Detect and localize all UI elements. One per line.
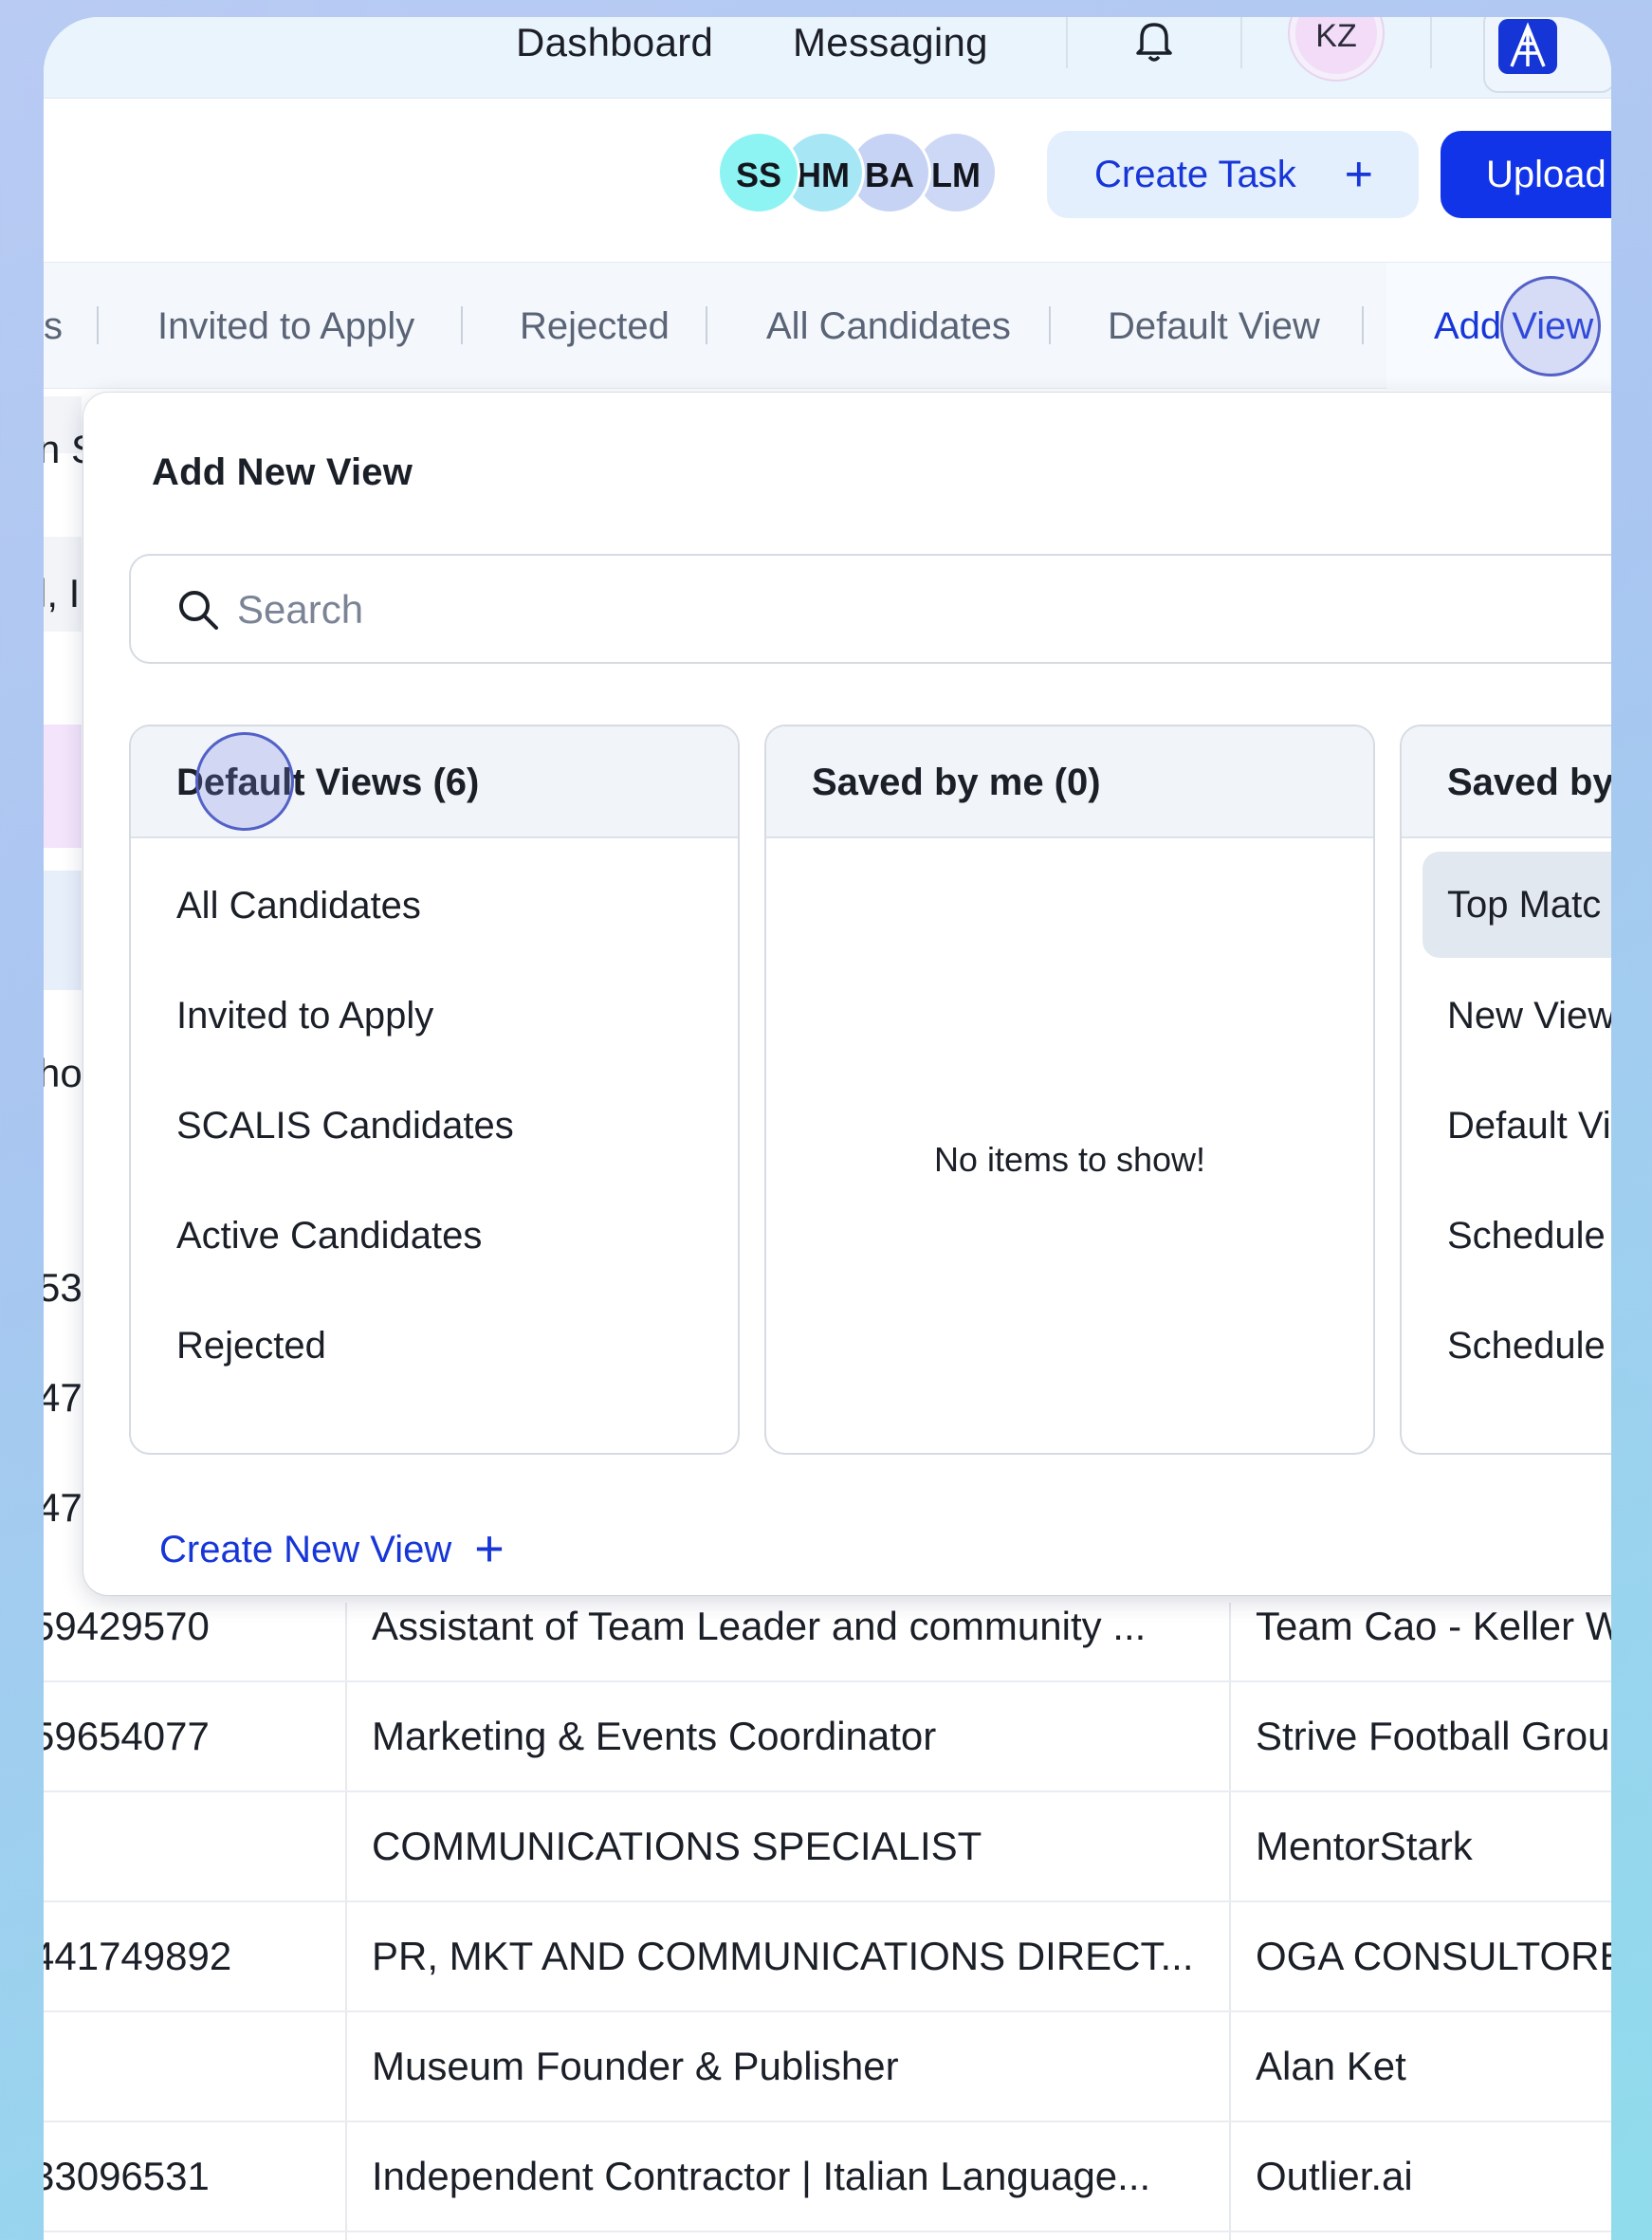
table-cell-title: Independent Contractor | Italian Languag…: [372, 2154, 1151, 2198]
view-item-new-view[interactable]: New View: [1447, 981, 1611, 1051]
create-task-button[interactable]: Create Task +: [1047, 131, 1419, 218]
saved-by-others-header: Saved by: [1402, 726, 1611, 838]
table-cell-title: Marketing & Events Coordinator: [372, 1714, 937, 1758]
tab-divider: [1049, 306, 1051, 344]
table-row[interactable]: COMMUNICATIONS SPECIALIST MentorStark: [44, 1792, 1611, 1902]
search-icon: [174, 586, 222, 633]
table-row[interactable]: 441749892 PR, MKT AND COMMUNICATIONS DIR…: [44, 1902, 1611, 2012]
company-logo-button[interactable]: [1483, 17, 1611, 93]
table-cell-title: COMMUNICATIONS SPECIALIST: [372, 1824, 982, 1868]
table-cell-company: OGA CONSULTORES: [1256, 1934, 1611, 1978]
table-cell-company: Alan Ket: [1256, 2044, 1406, 2088]
nav-divider: [1066, 17, 1068, 68]
tab-divider: [1362, 306, 1364, 344]
app-window: Dashboard Messaging KZ SS HM BA LM Creat…: [44, 17, 1611, 2240]
bell-icon[interactable]: [1130, 17, 1178, 64]
table-cell-id: 33096531: [44, 2154, 210, 2198]
table-cell-company: Outlier.ai: [1256, 2154, 1413, 2198]
nav-divider: [1430, 17, 1432, 68]
view-item-scheduled-2[interactable]: Schedule: [1447, 1311, 1606, 1381]
nav-divider: [1240, 17, 1242, 68]
saved-by-me-header: Saved by me (0): [766, 726, 1373, 838]
bg-stripe: [44, 871, 82, 990]
bg-text: 47: [44, 1485, 83, 1530]
click-indicator: [1500, 276, 1601, 376]
create-task-label: Create Task: [1094, 154, 1296, 195]
table-cell-company: MentorStark: [1256, 1824, 1473, 1868]
create-new-view-button[interactable]: Create New View +: [159, 1519, 505, 1578]
view-item-default-view[interactable]: Default Vi: [1447, 1091, 1611, 1161]
user-avatar[interactable]: KZ: [1290, 17, 1383, 80]
view-item-top-matches[interactable]: Top Matc: [1423, 852, 1611, 958]
create-new-view-label: Create New View: [159, 1529, 452, 1570]
tab-divider: [706, 306, 707, 344]
default-views-card: Default Views (6) All Candidates Invited…: [129, 725, 740, 1455]
view-item-active-candidates[interactable]: Active Candidates: [176, 1201, 482, 1271]
view-tabs: s Invited to Apply Rejected All Candidat…: [44, 262, 1611, 390]
search-input[interactable]: [237, 575, 1091, 645]
click-indicator: [195, 732, 294, 831]
view-item-scalis-candidates[interactable]: SCALIS Candidates: [176, 1091, 514, 1161]
table-cell-title: PR, MKT AND COMMUNICATIONS DIRECT...: [372, 1934, 1194, 1978]
table-row[interactable]: 33096531 Independent Contractor | Italia…: [44, 2122, 1611, 2232]
bg-text: 53: [44, 1265, 83, 1310]
company-logo-icon: [1498, 19, 1557, 74]
plus-icon: +: [474, 1520, 505, 1577]
tab-divider: [97, 306, 99, 344]
add-new-view-panel: Add New View Default Views (6) All Candi…: [83, 393, 1611, 1595]
tab-rejected[interactable]: Rejected: [520, 263, 670, 390]
bg-text: ho: [44, 1051, 83, 1095]
bg-stripe: [44, 725, 82, 848]
tab-default-view[interactable]: Default View: [1108, 263, 1320, 390]
table-cell-title: Museum Founder & Publisher: [372, 2044, 899, 2088]
top-nav: Dashboard Messaging KZ: [44, 17, 1611, 99]
upload-button[interactable]: Upload: [1441, 131, 1611, 218]
nav-messaging[interactable]: Messaging: [793, 17, 988, 68]
view-item-scheduled-1[interactable]: Schedule: [1447, 1201, 1606, 1271]
table-cell-id: 59654077: [44, 1714, 210, 1758]
tab-divider: [461, 306, 463, 344]
table-cell-company: Strive Football Group: [1256, 1714, 1611, 1758]
plus-icon: +: [1344, 147, 1373, 202]
view-item-invited-to-apply[interactable]: Invited to Apply: [176, 981, 433, 1051]
view-item-rejected[interactable]: Rejected: [176, 1311, 326, 1381]
bg-text: 47: [44, 1375, 83, 1420]
tab-invited-to-apply[interactable]: Invited to Apply: [157, 263, 414, 390]
search-box[interactable]: [129, 554, 1611, 664]
empty-state-text: No items to show!: [933, 1140, 1206, 1179]
saved-by-me-card: Saved by me (0) No items to show!: [764, 725, 1375, 1455]
avatar-ss[interactable]: SS: [717, 131, 800, 214]
tab-all-candidates[interactable]: All Candidates: [766, 263, 1011, 390]
table-cell-id: 441749892: [44, 1934, 232, 1978]
saved-by-others-card: Saved by Top Matc New View Default Vi Sc…: [1400, 725, 1611, 1455]
nav-dashboard[interactable]: Dashboard: [516, 17, 713, 68]
table-row[interactable]: 59654077 Marketing & Events Coordinator …: [44, 1682, 1611, 1792]
view-item-all-candidates[interactable]: All Candidates: [176, 871, 421, 941]
tab-partial[interactable]: s: [44, 263, 63, 390]
panel-title: Add New View: [152, 451, 413, 493]
table-row[interactable]: Museum Founder & Publisher Alan Ket: [44, 2012, 1611, 2122]
